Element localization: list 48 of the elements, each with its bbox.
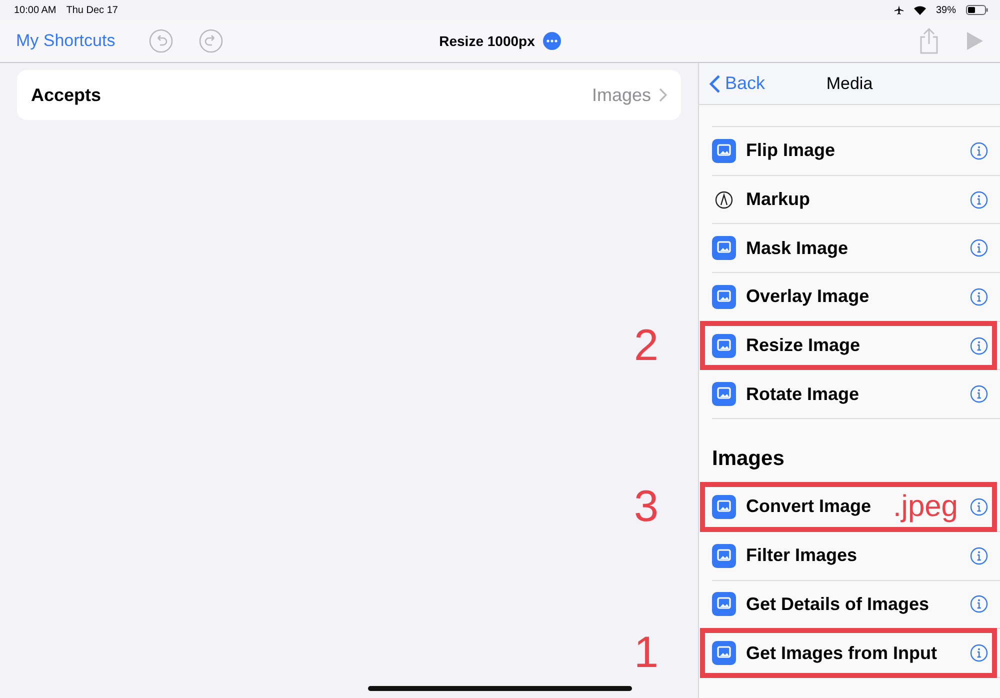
battery-percent: 39% <box>936 4 956 16</box>
accepts-row[interactable]: Accepts Images <box>17 70 681 120</box>
image-icon <box>712 236 736 260</box>
back-button[interactable]: Back <box>709 73 826 94</box>
chevron-left-icon <box>709 74 721 94</box>
image-icon <box>712 334 736 358</box>
info-icon[interactable] <box>970 498 988 516</box>
shortcut-title: Resize 1000px <box>439 33 535 49</box>
action-label[interactable]: Rotate Image <box>746 384 960 405</box>
panel-title: Media <box>826 74 873 94</box>
more-icon[interactable] <box>542 32 561 50</box>
info-icon[interactable] <box>970 595 988 614</box>
wifi-icon <box>914 6 926 14</box>
action-label[interactable]: Resize Image <box>746 335 960 356</box>
action-label[interactable]: Convert Image <box>746 496 883 518</box>
step-number: 2 <box>634 320 658 371</box>
info-icon[interactable] <box>970 239 988 258</box>
info-icon[interactable] <box>970 288 988 306</box>
image-icon <box>712 592 736 616</box>
image-icon <box>712 382 736 406</box>
annotation-note: .jpeg <box>892 490 958 524</box>
airplane-icon <box>894 5 904 15</box>
info-icon[interactable] <box>970 546 988 565</box>
info-icon[interactable] <box>970 644 988 662</box>
section-heading: Images <box>711 446 786 472</box>
image-icon <box>712 641 736 666</box>
image-icon <box>712 544 736 568</box>
info-icon[interactable] <box>970 142 988 160</box>
action-label[interactable]: Mask Image <box>746 238 960 259</box>
image-icon <box>712 494 736 519</box>
image-icon <box>712 138 736 163</box>
info-icon[interactable] <box>970 190 988 209</box>
action-label[interactable]: Overlay Image <box>746 286 960 308</box>
action-label[interactable]: Flip Image <box>746 140 960 162</box>
step-number: 1 <box>634 628 658 678</box>
image-icon <box>712 284 736 309</box>
action-label[interactable]: Get Images from Input <box>746 642 960 664</box>
step-number: 3 <box>634 482 658 532</box>
status-time: 10:00 AM <box>14 4 56 16</box>
action-label[interactable]: Filter Images <box>746 545 960 566</box>
info-icon[interactable] <box>970 385 988 404</box>
chevron-icon <box>659 88 667 102</box>
status-date: Thu Dec 17 <box>66 4 118 16</box>
battery-icon <box>966 5 988 15</box>
my-shortcuts-link[interactable]: My Shortcuts <box>16 31 116 51</box>
info-icon[interactable] <box>970 336 988 355</box>
action-label[interactable]: Markup <box>746 189 960 210</box>
action-label[interactable]: Get Details of Images <box>746 594 960 615</box>
